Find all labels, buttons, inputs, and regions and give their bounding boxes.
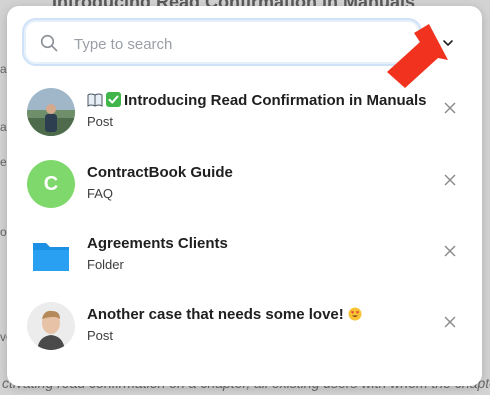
- close-icon[interactable]: [443, 315, 457, 329]
- result-title-text: Introducing Read Confirmation in Manuals: [124, 92, 427, 109]
- close-icon[interactable]: [443, 173, 457, 187]
- red-arrow-annotation-icon: [387, 24, 448, 88]
- result-type: FAQ: [87, 186, 114, 201]
- search-result-item[interactable]: Agreements Clients Folder: [7, 231, 482, 301]
- folder-icon: [27, 231, 75, 279]
- result-title-text: Another case that needs some love!: [87, 306, 344, 323]
- search-dialog: Introducing Read Confirmation in Manuals…: [7, 6, 482, 386]
- result-type: Post: [87, 328, 114, 343]
- result-type: Post: [87, 114, 114, 129]
- search-icon: [40, 34, 58, 52]
- search-result-item[interactable]: Another case that needs some love! Post: [7, 302, 482, 372]
- book-icon: [87, 93, 103, 111]
- result-type: Folder: [87, 257, 124, 272]
- close-icon[interactable]: [443, 244, 457, 258]
- checkmark-icon: [106, 92, 121, 111]
- result-title: Introducing Read Confirmation in Manuals: [87, 92, 427, 111]
- avatar: C: [27, 160, 75, 208]
- avatar: [27, 302, 75, 350]
- avatar: [27, 88, 75, 136]
- close-icon[interactable]: [443, 101, 457, 115]
- search-result-item[interactable]: C ContractBook Guide FAQ: [7, 160, 482, 230]
- result-title: ContractBook Guide: [87, 164, 233, 181]
- search-result-item[interactable]: Introducing Read Confirmation in Manuals…: [7, 88, 482, 158]
- result-title: Agreements Clients: [87, 235, 228, 252]
- search-input[interactable]: [72, 30, 406, 58]
- search-box[interactable]: [22, 18, 422, 66]
- heart-eyes-emoji-icon: [348, 307, 362, 325]
- result-title: Another case that needs some love!: [87, 306, 365, 325]
